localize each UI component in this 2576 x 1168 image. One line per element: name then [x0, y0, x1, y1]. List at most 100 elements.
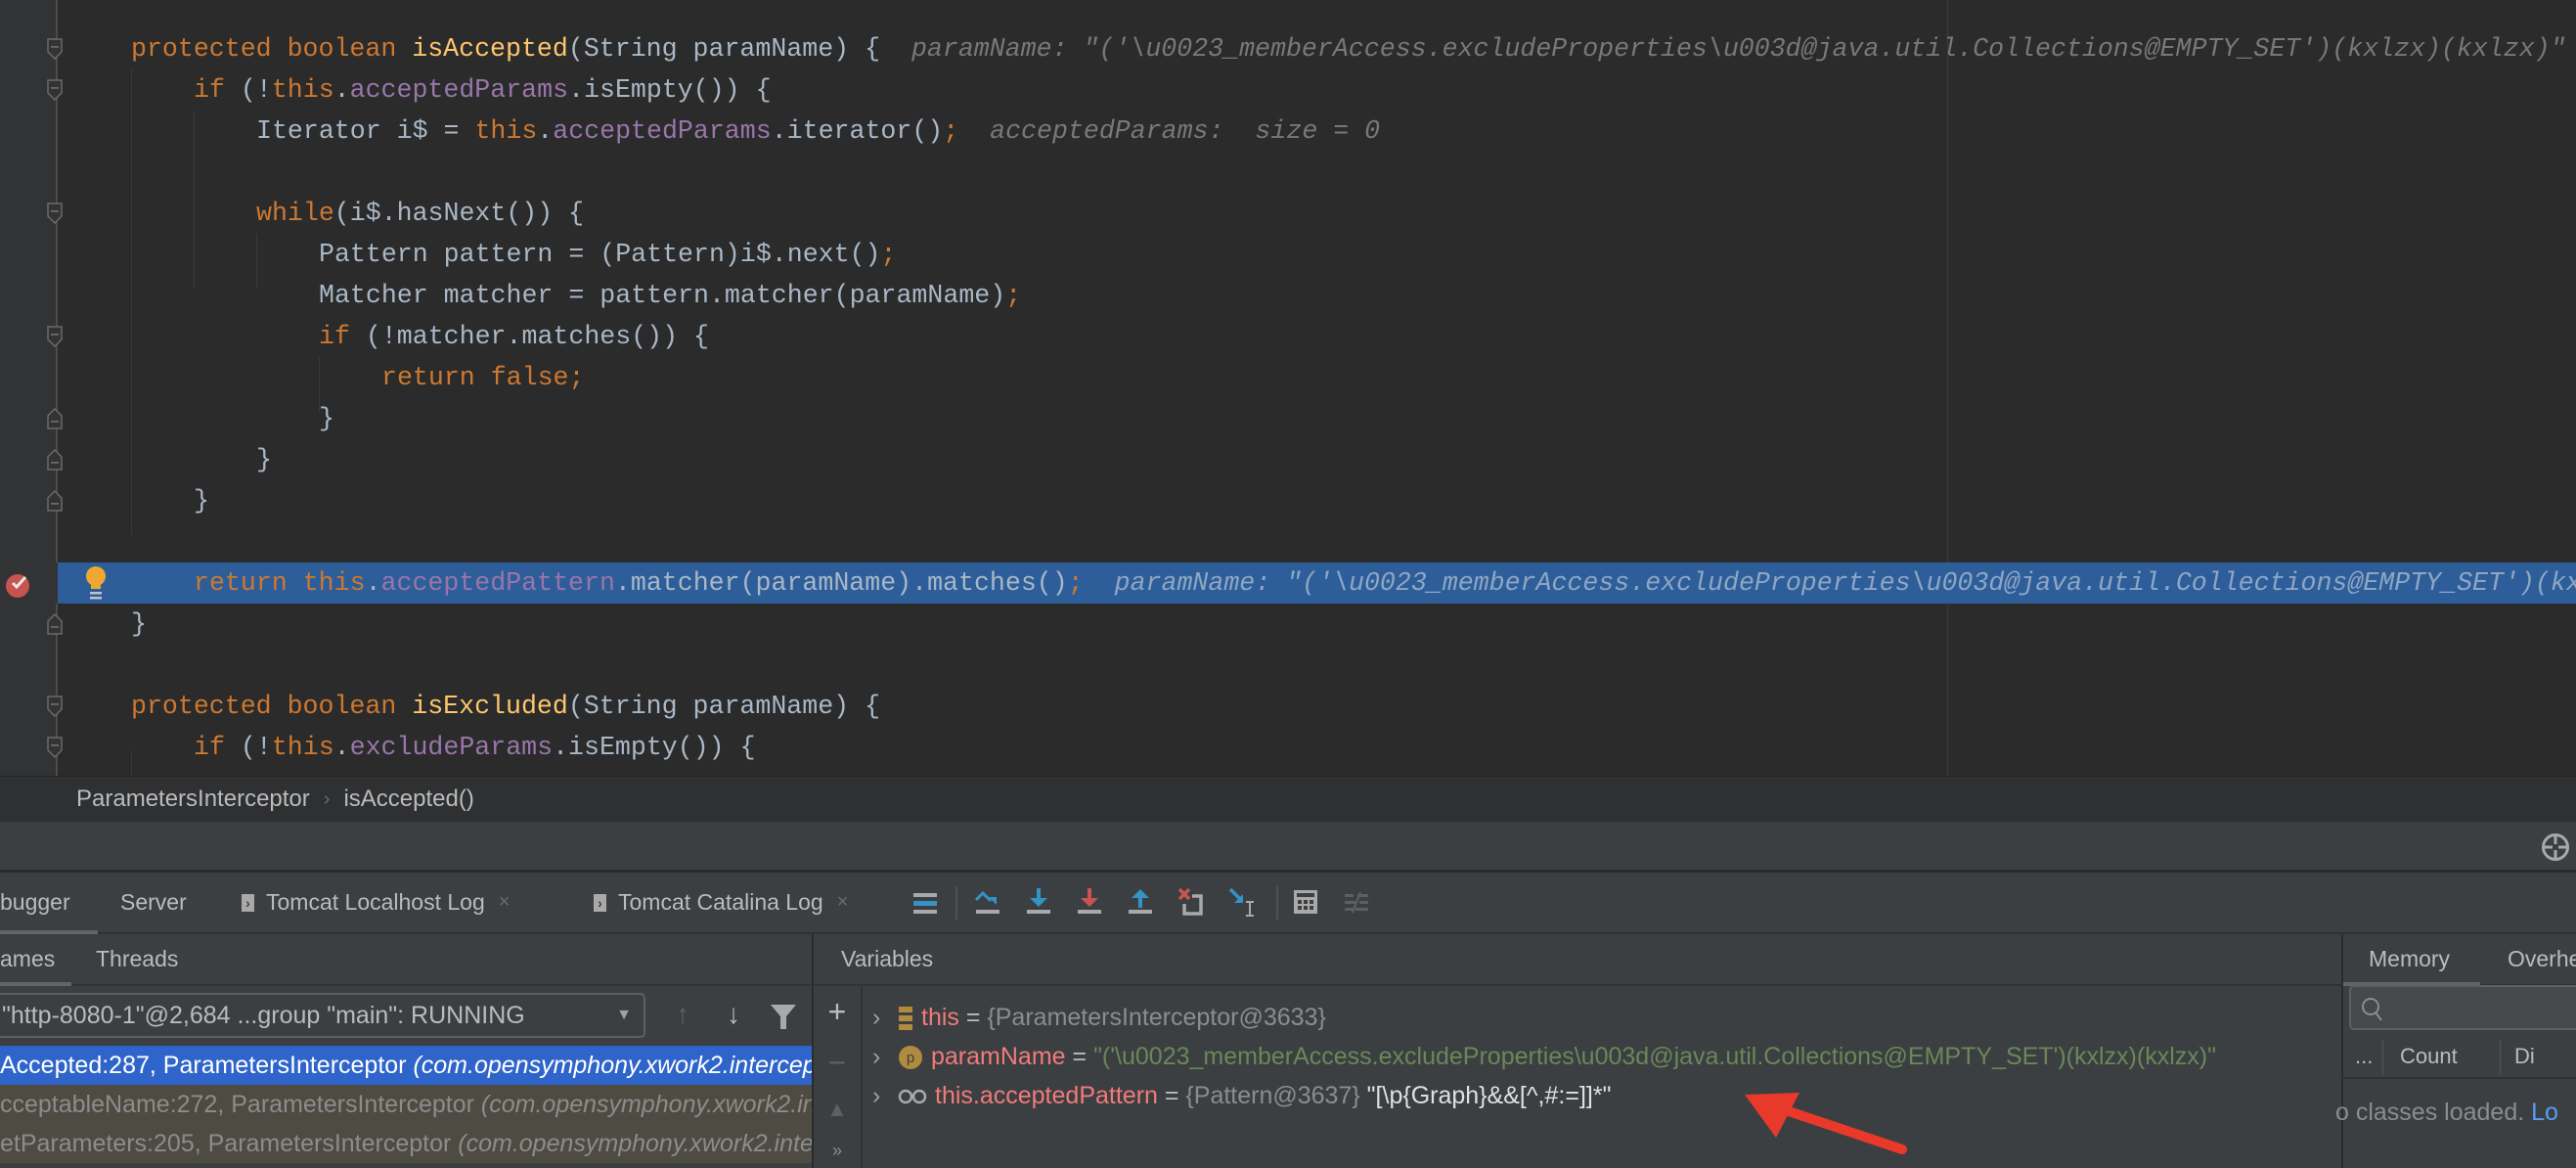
intention-bulb-icon[interactable] [84, 565, 108, 601]
tab-threads[interactable]: Threads [96, 934, 178, 984]
code-token: .iterator() [771, 116, 944, 146]
indent-guide [131, 69, 132, 535]
equals-sign: = [1065, 1043, 1094, 1070]
code-line[interactable] [0, 152, 2576, 193]
code-line[interactable]: protected boolean isAccepted(String para… [0, 28, 2576, 69]
close-icon[interactable]: × [499, 891, 511, 914]
code-line[interactable] [0, 645, 2576, 686]
tab-server[interactable]: Server [120, 873, 187, 932]
variable-row[interactable]: › this.acceptedPattern = {Pattern@3637} "… [872, 1076, 2339, 1115]
code-text: if (!matcher.matches()) { [319, 316, 709, 357]
load-classes-link[interactable]: Lo [2531, 1099, 2558, 1126]
code-line[interactable]: } [0, 604, 2576, 645]
code-token: Pattern pattern = (Pattern)i$.next() [319, 240, 881, 269]
tab-memory[interactable]: Memory [2343, 934, 2480, 986]
remove-watch-minus-icon[interactable]: − [820, 1045, 855, 1080]
breadcrumb-method[interactable]: isAccepted() [343, 786, 473, 813]
fold-collapse-icon[interactable] [47, 696, 63, 717]
code-line[interactable]: return false; [0, 357, 2576, 398]
toolbar-separator [955, 886, 957, 920]
expand-chevron-icon[interactable]: › [872, 1076, 898, 1115]
variable-reference: {ParametersInterceptor@3633} [987, 1004, 1326, 1031]
code-line[interactable] [0, 521, 2576, 562]
code-line[interactable]: Pattern pattern = (Pattern)i$.next(); [0, 234, 2576, 275]
fold-end-icon[interactable] [47, 490, 63, 512]
step-out-icon[interactable] [1126, 886, 1155, 920]
stack-frame-row[interactable]: etParameters:205, ParametersInterceptor … [0, 1124, 812, 1163]
close-icon[interactable]: × [837, 891, 849, 914]
code-token: acceptedPattern [380, 568, 615, 598]
fold-collapse-icon[interactable] [47, 737, 63, 758]
fold-collapse-icon[interactable] [47, 202, 63, 224]
fold-collapse-icon[interactable] [47, 326, 63, 347]
code-line[interactable]: Iterator i$ = this.acceptedParams.iterat… [0, 111, 2576, 152]
thread-selector-dropdown[interactable]: "http-8080-1"@2,684 ...group "main": RUN… [0, 993, 645, 1038]
variables-panel: Variables + − ▲ » › this = {ParametersInt… [814, 934, 2341, 1168]
code-token: (String paramName) { [567, 34, 881, 64]
stack-frame-row[interactable]: Accepted:287, ParametersInterceptor (com… [0, 1046, 812, 1085]
drop-frame-icon[interactable] [1177, 886, 1206, 920]
memory-search-input[interactable] [2349, 985, 2576, 1030]
code-line[interactable]: Matcher matcher = pattern.matcher(paramN… [0, 275, 2576, 316]
trace-stream-icon[interactable] [1342, 886, 1371, 920]
tab-tomcat-localhost-log[interactable]: › Tomcat Localhost Log × [242, 873, 510, 932]
column-count[interactable]: Count [2400, 1044, 2458, 1069]
tab-debugger[interactable]: bugger [0, 873, 98, 934]
add-watch-plus-icon[interactable]: + [820, 994, 855, 1029]
run-to-cursor-icon[interactable] [1227, 886, 1257, 920]
stack-frame-row[interactable]: cceptableName:272, ParametersInterceptor… [0, 1085, 812, 1124]
fold-collapse-icon[interactable] [47, 38, 63, 60]
code-token: (String paramName) { [567, 692, 881, 721]
code-line[interactable]: } [0, 439, 2576, 480]
code-line[interactable]: protected boolean isExcluded(String para… [0, 686, 2576, 727]
code-text: Iterator i$ = this.acceptedParams.iterat… [256, 111, 1380, 152]
move-up-triangle-icon[interactable]: ▲ [820, 1092, 855, 1127]
fold-end-icon[interactable] [47, 408, 63, 429]
tab-overhead[interactable]: Overhe [2508, 934, 2576, 984]
filter-icon[interactable] [769, 1003, 798, 1030]
indent-guide [256, 234, 257, 289]
fold-end-icon[interactable] [47, 449, 63, 471]
column-class-ellipsis[interactable]: ... [2355, 1044, 2373, 1069]
fold-end-icon[interactable] [47, 613, 63, 635]
code-token: Matcher matcher = pattern.matcher(paramN… [319, 281, 1006, 310]
layout-icon[interactable] [910, 886, 940, 920]
column-diff[interactable]: Di [2514, 1044, 2535, 1069]
tab-frames[interactable]: ames [0, 934, 71, 986]
expand-chevron-icon[interactable]: › [872, 1037, 898, 1076]
breadcrumb-class[interactable]: ParametersInterceptor [76, 786, 310, 813]
variable-reference: {Pattern@3637} [1185, 1082, 1367, 1109]
step-over-icon[interactable] [973, 886, 1002, 920]
variable-value: "[\p{Graph}&&[^,#:=]]*" [1366, 1082, 1612, 1109]
code-token: .matcher(paramName).matches() [614, 568, 1068, 598]
memory-column-header: ... Count Di [2343, 1036, 2576, 1079]
force-step-into-icon[interactable] [1075, 886, 1104, 920]
variable-row[interactable]: › this = {ParametersInterceptor@3633} [872, 998, 2339, 1037]
next-frame-down-arrow-icon[interactable]: ↓ [718, 997, 749, 1032]
parameter-icon: p [898, 1043, 931, 1070]
breakpoint-icon[interactable] [4, 571, 31, 599]
code-editor[interactable]: protected boolean isAccepted(String para… [0, 0, 2576, 776]
fold-collapse-icon[interactable] [47, 79, 63, 101]
current-execution-line[interactable]: return this.acceptedPattern.matcher(para… [0, 562, 2576, 604]
tab-tomcat-catalina-log[interactable]: › Tomcat Catalina Log × [594, 873, 848, 932]
variables-title-label: Variables [841, 946, 934, 971]
code-line[interactable]: if (!matcher.matches()) { [0, 316, 2576, 357]
expand-chevron-icon[interactable]: › [872, 998, 898, 1037]
code-line[interactable]: } [0, 480, 2576, 521]
code-token: isAccepted [412, 34, 568, 64]
code-line[interactable]: } [0, 398, 2576, 439]
code-line[interactable]: if (!this.excludeParams.isEmpty()) { [0, 727, 2576, 768]
variable-row[interactable]: › p paramName = "('\u0023_memberAccess.exc… [872, 1037, 2339, 1076]
previous-frame-up-arrow-icon[interactable]: ↑ [667, 997, 698, 1032]
step-into-icon[interactable] [1024, 886, 1053, 920]
more-chevron-icon[interactable]: » [820, 1133, 855, 1168]
restore-layout-icon[interactable] [2541, 832, 2570, 862]
column-divider [2382, 1040, 2383, 1075]
tab-label: bugger [0, 889, 70, 915]
code-line[interactable]: while(i$.hasNext()) { [0, 193, 2576, 234]
code-text: protected boolean isExcluded(String para… [131, 686, 880, 727]
evaluate-expression-icon[interactable] [1291, 886, 1320, 920]
code-text: } [256, 439, 272, 480]
code-line[interactable]: if (!this.acceptedParams.isEmpty()) { [0, 69, 2576, 111]
